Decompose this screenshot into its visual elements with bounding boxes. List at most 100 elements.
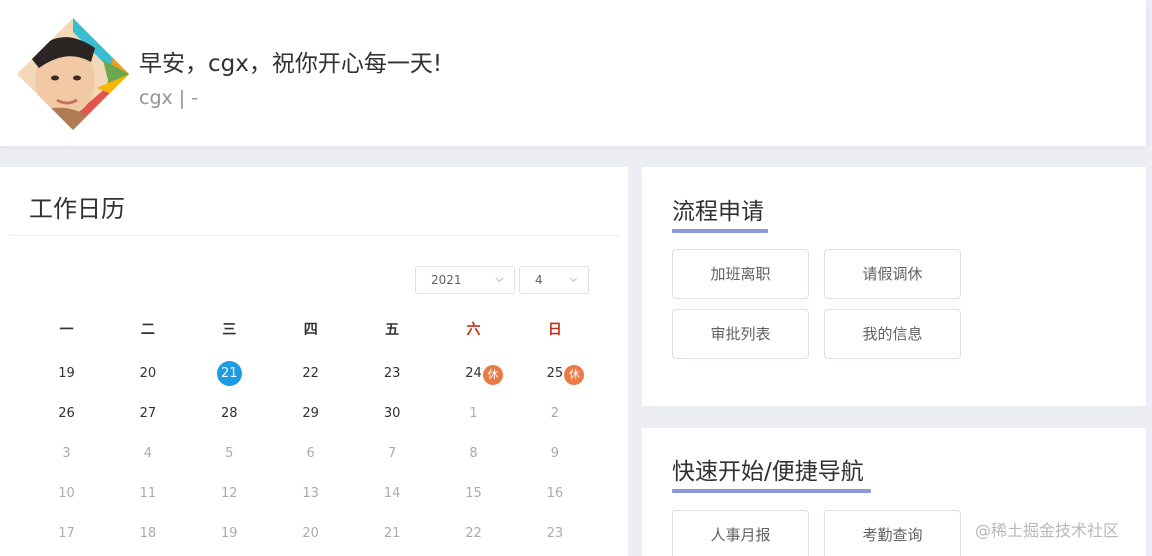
chevron-down-icon xyxy=(569,277,578,283)
calendar-day[interactable]: 15 xyxy=(433,481,514,507)
user-subtitle: cgx | - xyxy=(139,87,199,109)
calendar-day[interactable]: 5 xyxy=(189,441,270,467)
calendar-day[interactable]: 22 xyxy=(270,361,351,387)
weekday-label: 六 xyxy=(466,322,481,338)
work-calendar-card: 工作日历 2021 4 一二三四五六日 19 20 21 22 23 24 休 25 休 26 27… xyxy=(0,167,628,556)
day-number: 9 xyxy=(550,446,560,461)
calendar-day[interactable]: 30 xyxy=(352,401,433,427)
calendar-day[interactable]: 1 xyxy=(433,401,514,427)
day-number: 16 xyxy=(546,486,564,501)
calendar-day[interactable]: 3 xyxy=(26,441,107,467)
day-number: 23 xyxy=(546,526,564,541)
day-number: 20 xyxy=(302,526,319,541)
calendar-day[interactable]: 28 xyxy=(189,401,270,427)
process-application-card: 流程申请 加班离职 请假调休 审批列表 我的信息 xyxy=(642,167,1146,406)
calendar-day[interactable]: 8 xyxy=(433,441,514,467)
day-number: 26 xyxy=(58,406,75,421)
weekday-label: 四 xyxy=(303,322,318,338)
hr-monthly-report-button[interactable]: 人事月报 xyxy=(672,510,809,556)
calendar-day[interactable]: 22 xyxy=(433,521,514,547)
calendar-day[interactable]: 19 xyxy=(26,361,107,387)
calendar-day[interactable]: 18 xyxy=(107,521,188,547)
weekday-label: 日 xyxy=(547,322,562,338)
calendar-day[interactable]: 12 xyxy=(189,481,270,507)
calendar-day[interactable]: 21 xyxy=(352,521,433,547)
weekday-label: 二 xyxy=(140,322,155,338)
year-select[interactable]: 2021 xyxy=(415,266,515,294)
day-number: 7 xyxy=(387,446,397,461)
calendar-day[interactable]: 23 xyxy=(352,361,433,387)
day-number: 23 xyxy=(383,366,401,381)
month-select[interactable]: 4 xyxy=(519,266,589,294)
today-date: 21 xyxy=(216,361,242,386)
process-title: 流程申请 xyxy=(672,199,764,225)
calendar-day[interactable]: 20 xyxy=(107,361,188,387)
day-number: 22 xyxy=(465,526,482,541)
year-select-value: 2021 xyxy=(431,273,462,287)
day-number: 14 xyxy=(383,486,401,501)
my-info-button[interactable]: 我的信息 xyxy=(824,309,961,359)
calendar-day[interactable]: 10 xyxy=(26,481,107,507)
greeting-text: 早安，cgx，祝你开心每一天! xyxy=(139,51,443,77)
calendar-day[interactable]: 9 xyxy=(514,441,595,467)
day-number: 6 xyxy=(306,446,315,461)
day-number: 27 xyxy=(139,406,157,421)
day-number: 28 xyxy=(221,406,238,421)
weekday-label: 一 xyxy=(59,322,74,338)
day-number: 17 xyxy=(58,526,75,541)
calendar-day[interactable]: 21 xyxy=(189,361,270,387)
calendar-day[interactable]: 7 xyxy=(352,441,433,467)
day-number: 29 xyxy=(302,406,319,421)
welcome-card: 早安，cgx，祝你开心每一天! cgx | - xyxy=(0,0,1146,146)
calendar-day[interactable]: 24 休 xyxy=(433,361,514,387)
day-number: 1 xyxy=(469,406,478,421)
day-number: 3 xyxy=(62,446,71,461)
calendar-day[interactable]: 4 xyxy=(107,441,188,467)
calendar-day[interactable]: 26 xyxy=(26,401,107,427)
day-number: 15 xyxy=(465,486,482,501)
calendar-day[interactable]: 6 xyxy=(270,441,351,467)
day-number: 10 xyxy=(58,486,75,501)
day-number: 19 xyxy=(58,366,75,381)
day-number: 5 xyxy=(225,446,234,461)
process-title-underline xyxy=(672,229,768,233)
day-number: 12 xyxy=(221,486,238,501)
day-number: 4 xyxy=(143,446,153,461)
calendar-day[interactable]: 23 xyxy=(514,521,595,547)
calendar-day[interactable]: 13 xyxy=(270,481,351,507)
calendar-day[interactable]: 19 xyxy=(189,521,270,547)
day-number: 11 xyxy=(139,486,157,501)
calendar-day[interactable]: 20 xyxy=(270,521,351,547)
day-number: 24 xyxy=(465,366,482,381)
weekday-header: 一二三四五六日 xyxy=(26,319,596,339)
weekday-label: 五 xyxy=(385,322,400,338)
calendar-day[interactable]: 25 休 xyxy=(514,361,595,387)
day-number: 25 xyxy=(546,366,564,381)
day-number: 13 xyxy=(302,486,319,501)
calendar-day[interactable]: 27 xyxy=(107,401,188,427)
day-number: 22 xyxy=(302,366,319,381)
avatar[interactable] xyxy=(17,18,129,130)
day-number: 18 xyxy=(139,526,157,541)
calendar-title: 工作日历 xyxy=(29,195,125,223)
month-select-value: 4 xyxy=(535,273,543,287)
calendar-day[interactable]: 2 xyxy=(514,401,595,427)
attendance-query-button[interactable]: 考勤查询 xyxy=(824,510,961,556)
calendar-day[interactable]: 29 xyxy=(270,401,351,427)
overtime-resignation-button[interactable]: 加班离职 xyxy=(672,249,809,299)
day-number: 2 xyxy=(550,406,560,421)
day-number: 30 xyxy=(383,406,401,421)
calendar-divider xyxy=(9,235,620,236)
weekday-label: 三 xyxy=(222,322,237,338)
day-number: 8 xyxy=(469,446,478,461)
calendar-day[interactable]: 16 xyxy=(514,481,595,507)
chevron-down-icon xyxy=(495,277,504,283)
rest-day-badge: 休 xyxy=(564,365,585,385)
day-number: 21 xyxy=(383,526,401,541)
approval-list-button[interactable]: 审批列表 xyxy=(672,309,809,359)
calendar-day[interactable]: 17 xyxy=(26,521,107,547)
leave-request-button[interactable]: 请假调休 xyxy=(824,249,961,299)
calendar-day[interactable]: 14 xyxy=(352,481,433,507)
quick-title-underline xyxy=(672,489,871,493)
calendar-day[interactable]: 11 xyxy=(107,481,188,507)
